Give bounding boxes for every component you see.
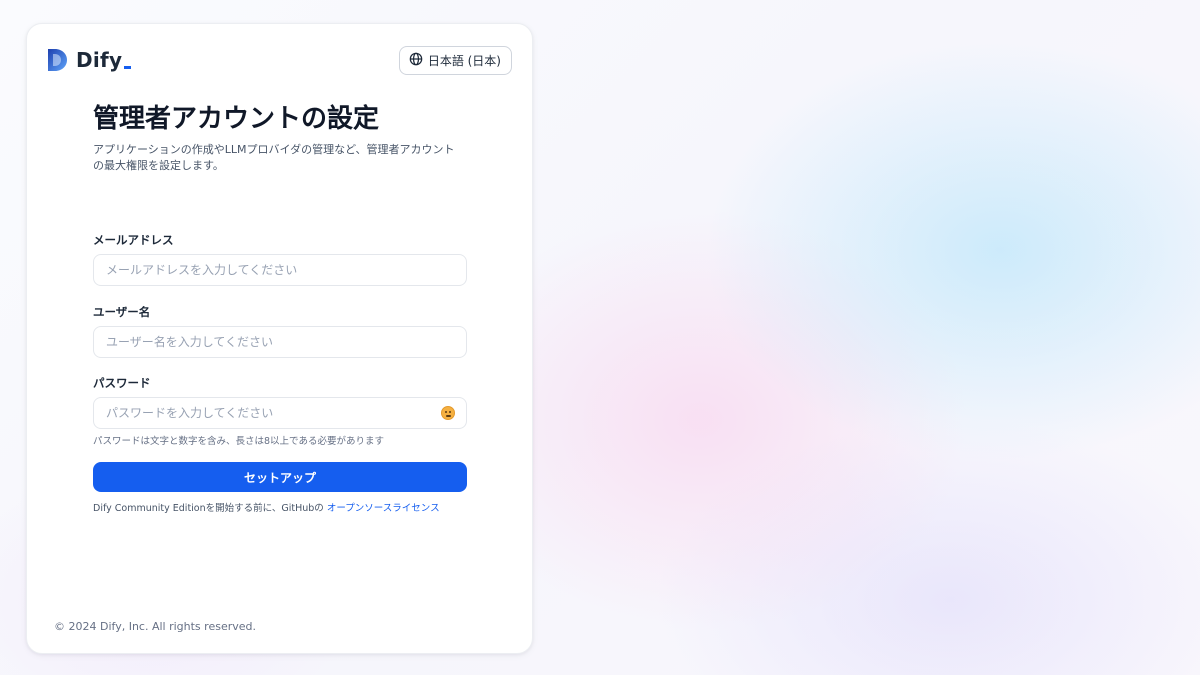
license-notice: Dify Community Editionを開始する前に、GitHubの オー… xyxy=(93,500,440,514)
setup-card: Dify 日本語 (日本) 管理者アカウントの設定 アプリケーションの作成やLL… xyxy=(26,23,533,654)
password-hint: パスワードは文字と数字を含み、長さは8以上である必要があります xyxy=(93,436,384,447)
password-input[interactable] xyxy=(93,397,467,429)
dify-logo: Dify xyxy=(47,48,132,72)
open-source-license-link[interactable]: オープンソースライセンス xyxy=(327,503,440,514)
password-label: パスワード xyxy=(93,376,151,390)
page-subtitle: アプリケーションの作成やLLMプロバイダの管理など、管理者アカウントの最大権限を… xyxy=(93,143,455,172)
language-label: 日本語 (日本) xyxy=(427,54,501,68)
eye-toggle-icon[interactable] xyxy=(441,406,455,420)
copyright: © 2024 Dify, Inc. All rights reserved. xyxy=(54,620,256,633)
dify-logo-text: Dify xyxy=(76,48,132,72)
admin-setup-form: 管理者アカウントの設定 アプリケーションの作成やLLMプロバイダの管理など、管理… xyxy=(93,102,467,514)
username-label: ユーザー名 xyxy=(93,305,151,319)
dify-logo-icon xyxy=(47,48,68,72)
license-prefix: Dify Community Editionを開始する前に、GitHubの xyxy=(93,503,324,514)
page-title: 管理者アカウントの設定 xyxy=(93,104,380,134)
language-selector[interactable]: 日本語 (日本) xyxy=(398,46,512,75)
globe-icon xyxy=(409,52,423,69)
email-label: メールアドレス xyxy=(93,233,174,247)
username-input[interactable] xyxy=(93,326,467,358)
setup-button[interactable]: セットアップ xyxy=(93,462,467,492)
email-input[interactable] xyxy=(93,254,467,286)
